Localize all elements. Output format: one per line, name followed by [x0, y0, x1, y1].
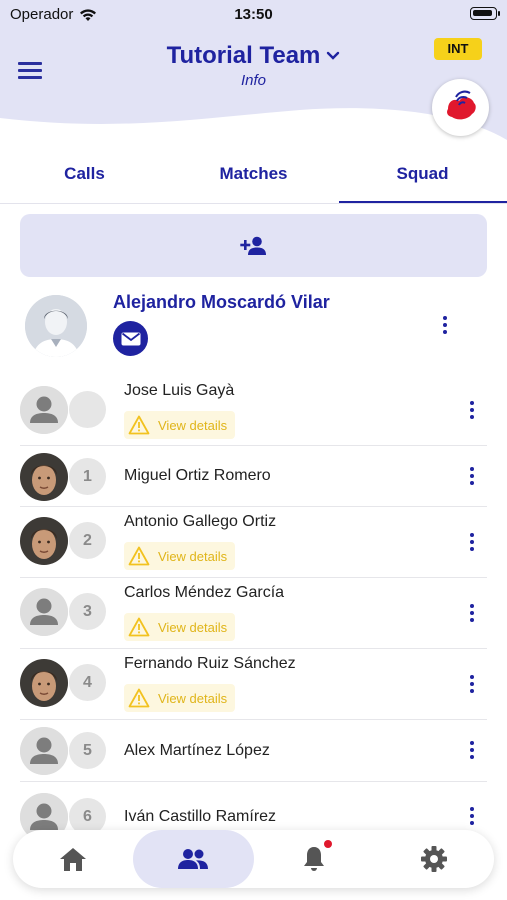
- player-name[interactable]: Carlos Méndez García: [124, 584, 284, 602]
- add-person-icon: [239, 236, 266, 255]
- coach-name[interactable]: Alejandro Moscardó Vilar: [113, 292, 330, 313]
- tab-bar: Calls Matches Squad: [0, 152, 507, 204]
- player-more-button[interactable]: [464, 399, 480, 423]
- player-avatar: [20, 517, 68, 565]
- view-details-button[interactable]: View details: [124, 613, 236, 641]
- player-name[interactable]: Alex Martínez López: [124, 742, 270, 760]
- view-details-label: View details: [158, 619, 228, 635]
- tab-divider: [0, 203, 507, 204]
- bell-icon: [303, 847, 324, 871]
- team-subtitle: Info: [240, 72, 267, 89]
- player-row[interactable]: Jose Luis Gayà View details: [20, 376, 487, 446]
- add-player-button[interactable]: [20, 214, 487, 277]
- player-name[interactable]: Fernando Ruiz Sánchez: [124, 655, 296, 673]
- player-more-button[interactable]: [464, 739, 480, 763]
- category-badge: INT: [434, 38, 482, 60]
- battery-icon: [470, 7, 500, 20]
- warning-icon: [128, 546, 150, 566]
- view-details-button[interactable]: View details: [124, 411, 236, 439]
- gear-icon: [420, 846, 447, 872]
- view-details-button[interactable]: View details: [124, 542, 236, 570]
- player-name[interactable]: Antonio Gallego Ortiz: [124, 513, 276, 531]
- player-row[interactable]: 2 Antonio Gallego Ortiz View details: [20, 507, 487, 578]
- home-icon: [60, 848, 87, 871]
- player-more-button[interactable]: [464, 602, 480, 626]
- status-bar: Operador 13:50: [0, 0, 507, 30]
- chevron-down-icon: [327, 51, 340, 60]
- player-number: 3: [69, 593, 106, 630]
- player-name[interactable]: Jose Luis Gayà: [124, 382, 234, 400]
- default-avatar-icon: [20, 588, 68, 636]
- mail-icon: [121, 332, 140, 345]
- player-more-button[interactable]: [464, 805, 480, 829]
- player-avatar: [20, 453, 68, 501]
- team-icon: [178, 849, 209, 869]
- team-name: Tutorial Team: [166, 42, 321, 69]
- coach-more-button[interactable]: [436, 314, 454, 338]
- nav-home[interactable]: [13, 830, 133, 888]
- player-avatar: [20, 588, 68, 636]
- player-more-button[interactable]: [464, 465, 480, 489]
- warning-icon: [128, 688, 150, 708]
- notification-dot: [324, 840, 332, 848]
- tab-matches[interactable]: Matches: [169, 152, 338, 204]
- bottom-navigation: [13, 830, 494, 888]
- player-row[interactable]: 1 Miguel Ortiz Romero: [20, 446, 487, 507]
- player-more-button[interactable]: [464, 673, 480, 697]
- default-avatar-icon: [20, 386, 68, 434]
- player-photo: [20, 517, 68, 565]
- tab-calls[interactable]: Calls: [0, 152, 169, 204]
- player-more-button[interactable]: [464, 531, 480, 555]
- nav-notifications[interactable]: [254, 830, 374, 888]
- coach-avatar: [25, 295, 87, 357]
- coach-silhouette-icon: [25, 295, 87, 357]
- player-row[interactable]: 3 Carlos Méndez García View details: [20, 578, 487, 649]
- view-details-button[interactable]: View details: [124, 684, 236, 712]
- player-number: 5: [69, 732, 106, 769]
- default-avatar-icon: [20, 727, 68, 775]
- tab-squad[interactable]: Squad: [338, 152, 507, 204]
- nav-team[interactable]: [133, 830, 254, 888]
- coach-email-button[interactable]: [113, 321, 148, 356]
- player-photo: [20, 453, 68, 501]
- player-photo: [20, 659, 68, 707]
- club-logo[interactable]: [432, 79, 489, 136]
- warning-icon: [128, 415, 150, 435]
- view-details-label: View details: [158, 690, 228, 706]
- player-row[interactable]: 5 Alex Martínez López: [20, 720, 487, 782]
- player-avatar: [20, 386, 68, 434]
- player-number: [69, 391, 106, 428]
- player-name[interactable]: Iván Castillo Ramírez: [124, 808, 276, 826]
- warning-icon: [128, 617, 150, 637]
- player-number: 1: [69, 458, 106, 495]
- nav-settings[interactable]: [374, 830, 494, 888]
- player-avatar: [20, 727, 68, 775]
- player-row[interactable]: 4 Fernando Ruiz Sánchez View details: [20, 649, 487, 720]
- club-logo-icon: [434, 81, 487, 134]
- player-number: 2: [69, 522, 106, 559]
- status-time: 13:50: [234, 6, 273, 23]
- player-number: 4: [69, 664, 106, 701]
- team-header: Tutorial Team Info: [0, 42, 507, 89]
- team-selector[interactable]: Tutorial Team: [167, 42, 341, 70]
- view-details-label: View details: [158, 548, 228, 564]
- player-avatar: [20, 659, 68, 707]
- view-details-label: View details: [158, 417, 228, 433]
- player-name[interactable]: Miguel Ortiz Romero: [124, 467, 271, 485]
